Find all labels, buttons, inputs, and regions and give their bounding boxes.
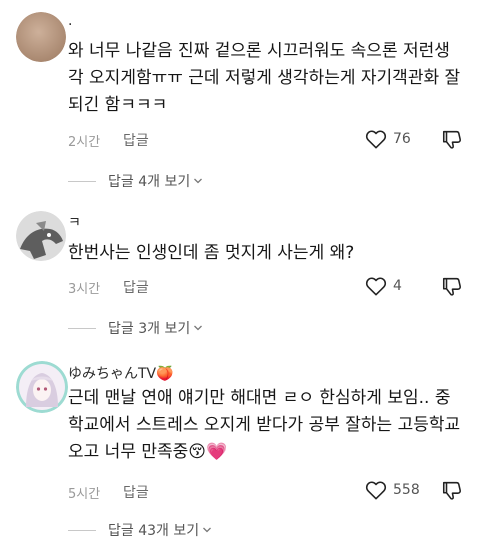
author-name[interactable]: . xyxy=(68,13,72,29)
reply-button[interactable]: 답글 xyxy=(123,277,149,297)
chevron-down-icon xyxy=(194,178,203,184)
chevron-down-icon xyxy=(203,527,212,533)
view-replies-label: 답글 43개 보기 xyxy=(108,523,200,539)
heart-outline-icon[interactable] xyxy=(365,276,387,296)
view-replies-button[interactable]: 답글 4개 보기 xyxy=(68,171,203,191)
timestamp: 3시간 xyxy=(68,282,101,297)
thumbs-down-outline-icon[interactable] xyxy=(441,479,463,501)
divider xyxy=(68,529,96,531)
comment-1: . 와 너무 나같음 진짜 겉으론 시끄러워도 속으론 저런생 각 오지게함ㅠㅠ… xyxy=(0,0,480,200)
timestamp: 5시간 xyxy=(68,487,101,502)
comment-3: ゆみちゃんTV🍑 근데 맨날 연애 얘기만 해대면 ㄹㅇ 한심하게 보임.. 중… xyxy=(0,345,480,554)
like-count: 558 xyxy=(393,482,420,498)
comment-2: ㅋ 한번사는 인생인데 좀 멋지게 사는게 왜? 3시간 답글 4 답글 3개 … xyxy=(0,200,480,345)
like-count: 76 xyxy=(393,131,411,147)
heart-outline-icon[interactable] xyxy=(365,480,387,500)
avatar[interactable] xyxy=(16,12,66,62)
avatar[interactable] xyxy=(16,211,66,261)
comment-line: 되긴 함ㅋㅋㅋ xyxy=(68,95,168,115)
divider xyxy=(68,180,96,182)
thumbs-down-outline-icon[interactable] xyxy=(441,275,463,297)
chevron-down-icon xyxy=(194,325,203,331)
comment-text: 한번사는 인생인데 좀 멋지게 사는게 왜? xyxy=(68,240,468,267)
comment-line: 근데 맨날 연애 얘기만 해대면 ㄹㅇ 한심하게 보임.. 중 xyxy=(68,388,451,408)
timestamp: 2시간 xyxy=(68,135,101,150)
view-replies-label: 답글 4개 보기 xyxy=(108,174,191,190)
comment-text: 근데 맨날 연애 얘기만 해대면 ㄹㅇ 한심하게 보임.. 중 학교에서 스트레… xyxy=(68,385,468,466)
comment-line: 학교에서 스트레스 오지게 받다가 공부 잘하는 고등학교 xyxy=(68,415,461,435)
reply-button[interactable]: 답글 xyxy=(123,482,149,502)
comment-line: 각 오지게함ㅠㅠ 근데 저렇게 생각하는게 자기객관화 잘 xyxy=(68,68,461,88)
avatar[interactable] xyxy=(16,361,68,413)
author-name[interactable]: ㅋ xyxy=(68,212,81,232)
view-replies-button[interactable]: 답글 43개 보기 xyxy=(68,520,212,540)
comment-line: 한번사는 인생인데 좀 멋지게 사는게 왜? xyxy=(68,243,355,263)
author-name[interactable]: ゆみちゃんTV🍑 xyxy=(68,363,174,383)
comment-line: 오고 너무 만족중😚💗 xyxy=(68,442,228,462)
comment-text: 와 너무 나같음 진짜 겉으론 시끄러워도 속으론 저런생 각 오지게함ㅠㅠ 근… xyxy=(68,38,468,119)
comment-line: 와 너무 나같음 진짜 겉으론 시끄러워도 속으론 저런생 xyxy=(68,41,450,61)
divider xyxy=(68,327,96,329)
heart-outline-icon[interactable] xyxy=(365,129,387,149)
thumbs-down-outline-icon[interactable] xyxy=(441,128,463,150)
like-count: 4 xyxy=(393,278,402,294)
reply-button[interactable]: 답글 xyxy=(123,130,149,150)
view-replies-label: 답글 3개 보기 xyxy=(108,321,191,337)
view-replies-button[interactable]: 답글 3개 보기 xyxy=(68,318,203,338)
